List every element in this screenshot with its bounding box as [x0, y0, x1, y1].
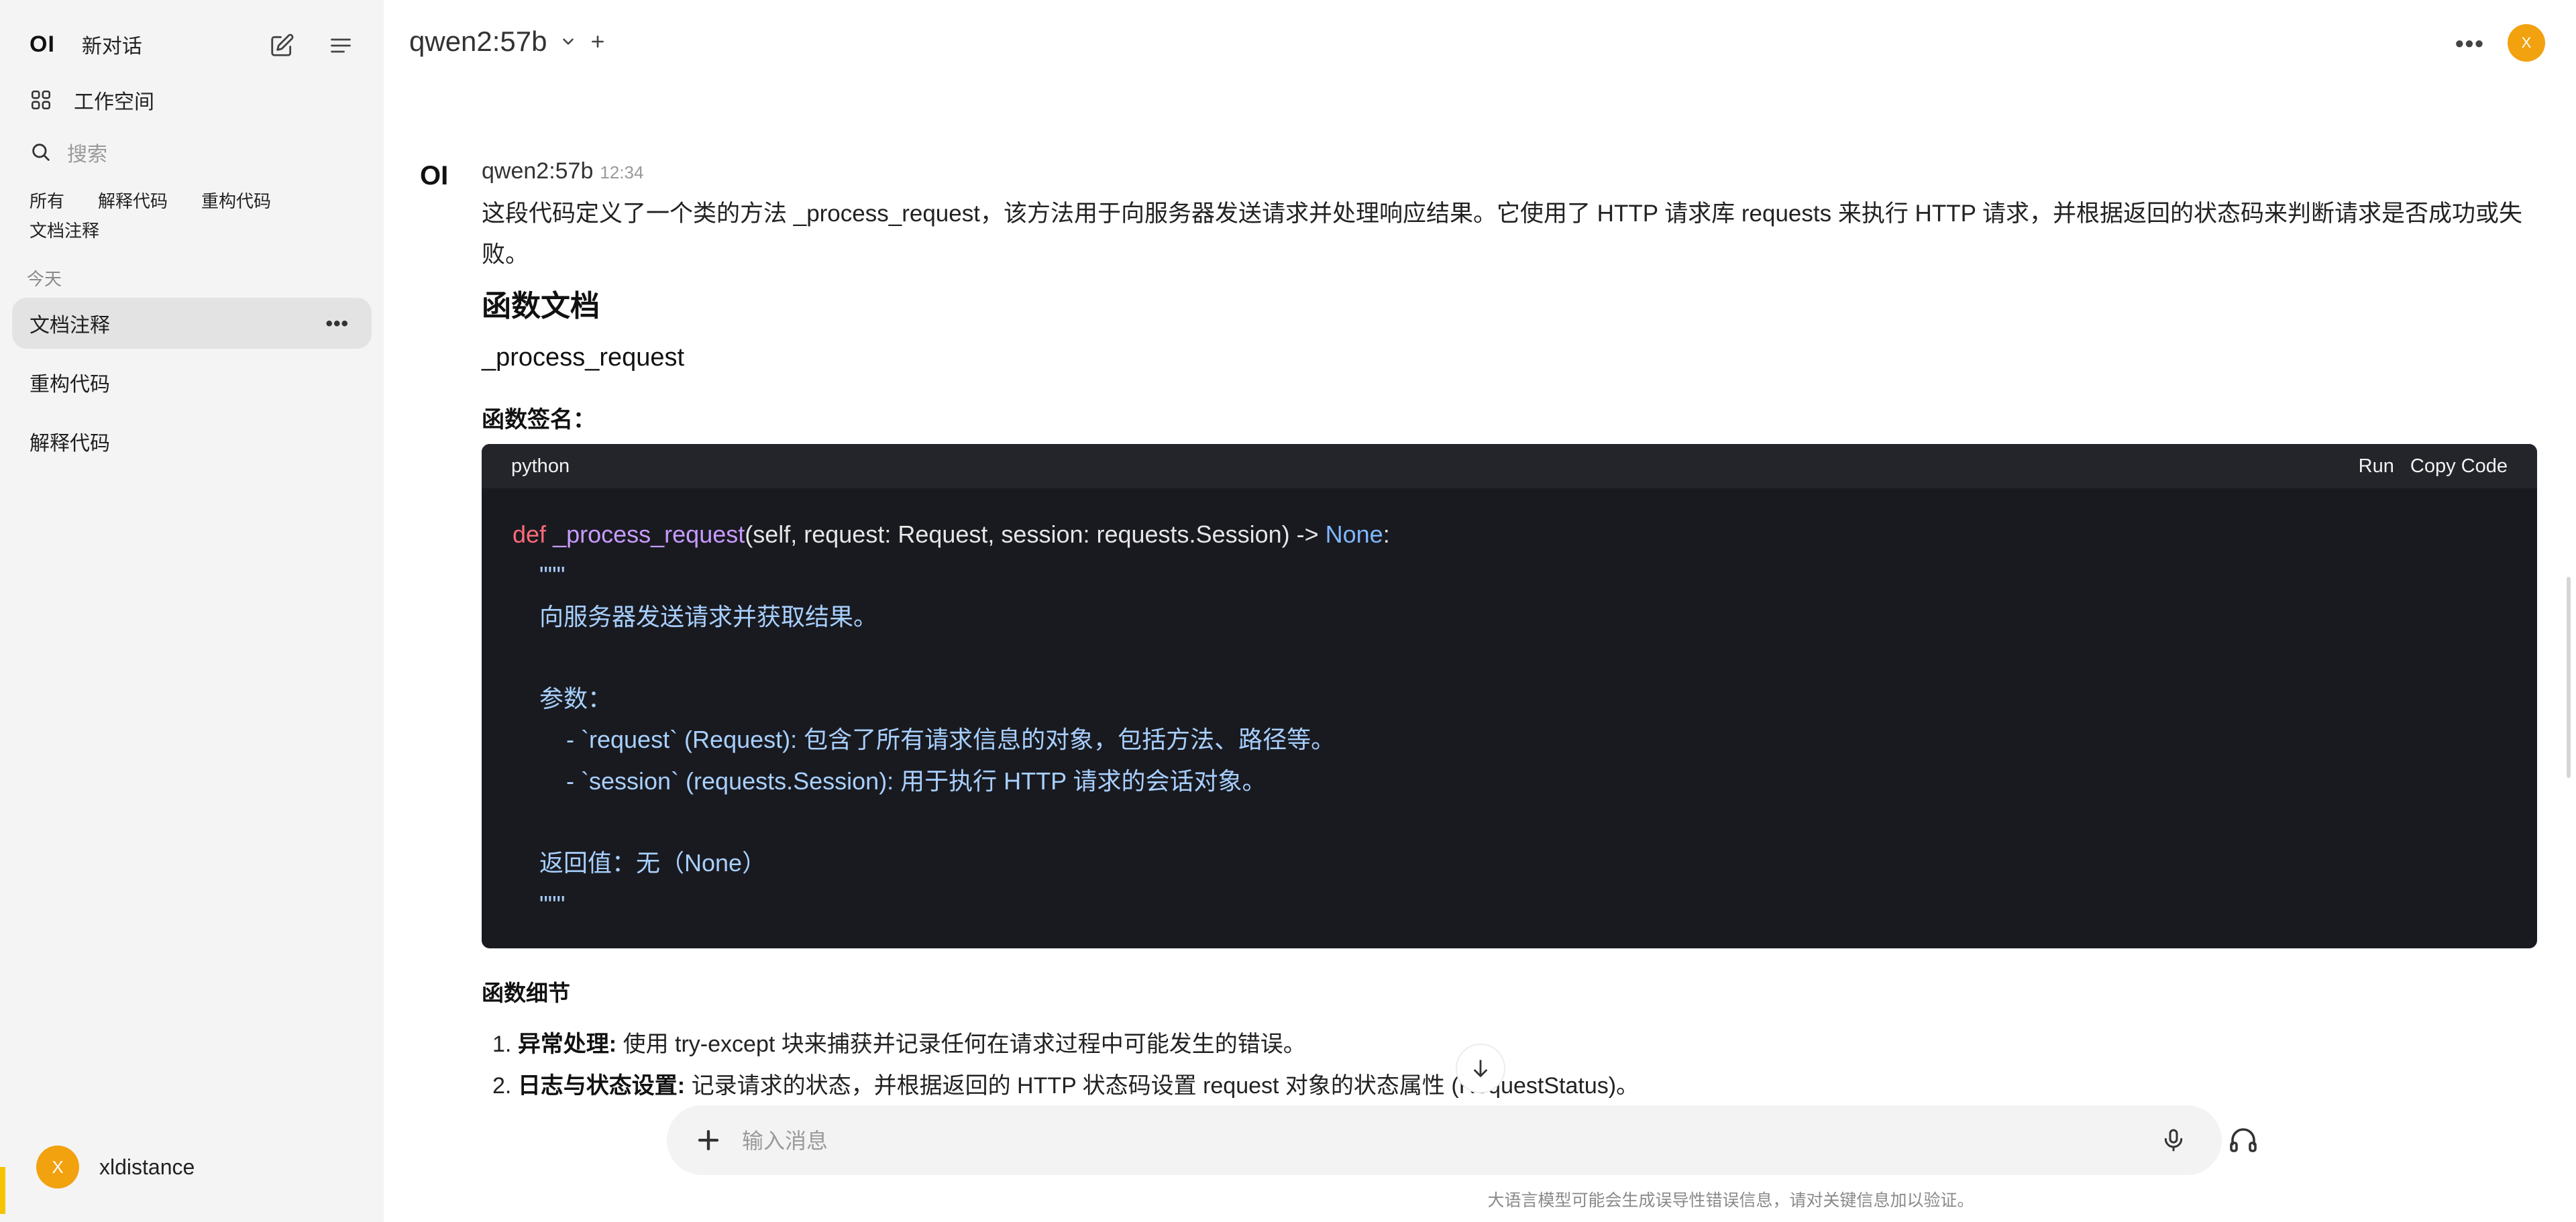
new-chat-label[interactable]: 新对话 [82, 30, 142, 59]
workspace-row[interactable]: 工作空间 [30, 83, 154, 117]
code-line: - `request` (Request): 包含了所有请求信息的对象，包括方法… [513, 726, 1336, 754]
code-line: def _process_request(self, request: Requ… [513, 520, 1390, 548]
heading-function-details: 函数细节 [482, 981, 570, 1005]
section-today: 今天 [27, 269, 62, 289]
user-name: xldistance [99, 1154, 195, 1179]
chat-item-label: 解释代码 [30, 433, 110, 455]
copy-code-button[interactable]: Copy Code [2410, 455, 2508, 477]
search-row[interactable]: 搜索 [30, 135, 107, 169]
search-icon [30, 141, 52, 164]
code-language: python [511, 455, 570, 477]
assistant-logo: OI [420, 161, 449, 190]
scroll-to-bottom-button[interactable] [1456, 1044, 1505, 1093]
chat-item-label: 重构代码 [30, 374, 110, 396]
message-header: qwen2:57b 12:34 [482, 158, 643, 184]
chevron-down-icon[interactable] [559, 33, 577, 50]
code-line: """ [513, 890, 566, 918]
model-name: qwen2:57b [409, 25, 547, 57]
chat-item-label: 文档注释 [30, 315, 110, 337]
code-line: 参数： [513, 685, 612, 713]
more-options-icon[interactable]: ••• [2455, 30, 2485, 58]
function-name: _process_request [482, 343, 685, 372]
message-composer [667, 1105, 2257, 1175]
message-intro: 这段代码定义了一个类的方法 _process_request，该方法用于向服务器… [482, 201, 2523, 268]
grid-icon [30, 89, 52, 111]
search-input[interactable]: 搜索 [67, 137, 107, 167]
message-input[interactable] [741, 1123, 1817, 1159]
code-line: - `session` (requests.Session): 用于执行 HTT… [513, 767, 1267, 795]
headphones-icon[interactable] [2226, 1124, 2261, 1156]
sidebar: OI 新对话 工作空间 搜索 所有 解释代码 重构代码 文档注释 今天 文档注释… [0, 0, 384, 1222]
code-block: python Run Copy Code def _process_reques… [482, 444, 2537, 948]
user-menu[interactable]: X xldistance [36, 1146, 195, 1188]
disclaimer: 大语言模型可能会生成误导性错误信息，请对关键信息加以验证。 [1487, 1191, 1974, 1210]
tag-refactor-code[interactable]: 重构代码 [201, 186, 271, 216]
model-selector[interactable]: qwen2:57b [409, 25, 606, 58]
message-time: 12:34 [600, 162, 644, 182]
edit-icon[interactable] [266, 30, 298, 62]
plus-icon[interactable] [691, 1123, 726, 1158]
tag-explain-code[interactable]: 解释代码 [98, 186, 168, 216]
chat-item-doc-comment[interactable]: 文档注释 ••• [12, 298, 372, 349]
chat-item-refactor[interactable]: 重构代码 [12, 357, 372, 408]
heading-function-doc: 函数文档 [482, 290, 600, 323]
code-line: 向服务器发送请求并获取结果。 [513, 602, 878, 630]
arrow-down-icon [1469, 1057, 1492, 1080]
workspace-label: 工作空间 [74, 91, 154, 113]
avatar: X [36, 1146, 79, 1188]
chat-item-explain[interactable]: 解释代码 [12, 416, 372, 467]
tag-doc-comment[interactable]: 文档注释 [30, 216, 99, 245]
run-button[interactable]: Run [2359, 455, 2394, 477]
code-line: 返回值：无（None） [513, 849, 767, 877]
add-model-icon[interactable] [589, 33, 606, 50]
code-header: python Run Copy Code [482, 444, 2537, 488]
menu-icon[interactable] [325, 30, 357, 62]
code-content: def _process_request(self, request: Requ… [482, 488, 2537, 925]
scrollbar[interactable] [2567, 577, 2571, 778]
app-logo: OI [30, 31, 55, 57]
signature-label: 函数签名： [482, 407, 596, 433]
code-line: """ [513, 561, 566, 590]
new-chat-row[interactable]: OI 新对话 [30, 28, 142, 60]
message-model: qwen2:57b [482, 158, 594, 184]
more-icon[interactable]: ••• [325, 313, 349, 335]
tag-all[interactable]: 所有 [30, 186, 64, 216]
tag-filter: 所有 解释代码 重构代码文档注释 [30, 186, 352, 245]
header-avatar[interactable]: X [2508, 24, 2545, 62]
microphone-icon[interactable] [2160, 1125, 2187, 1155]
